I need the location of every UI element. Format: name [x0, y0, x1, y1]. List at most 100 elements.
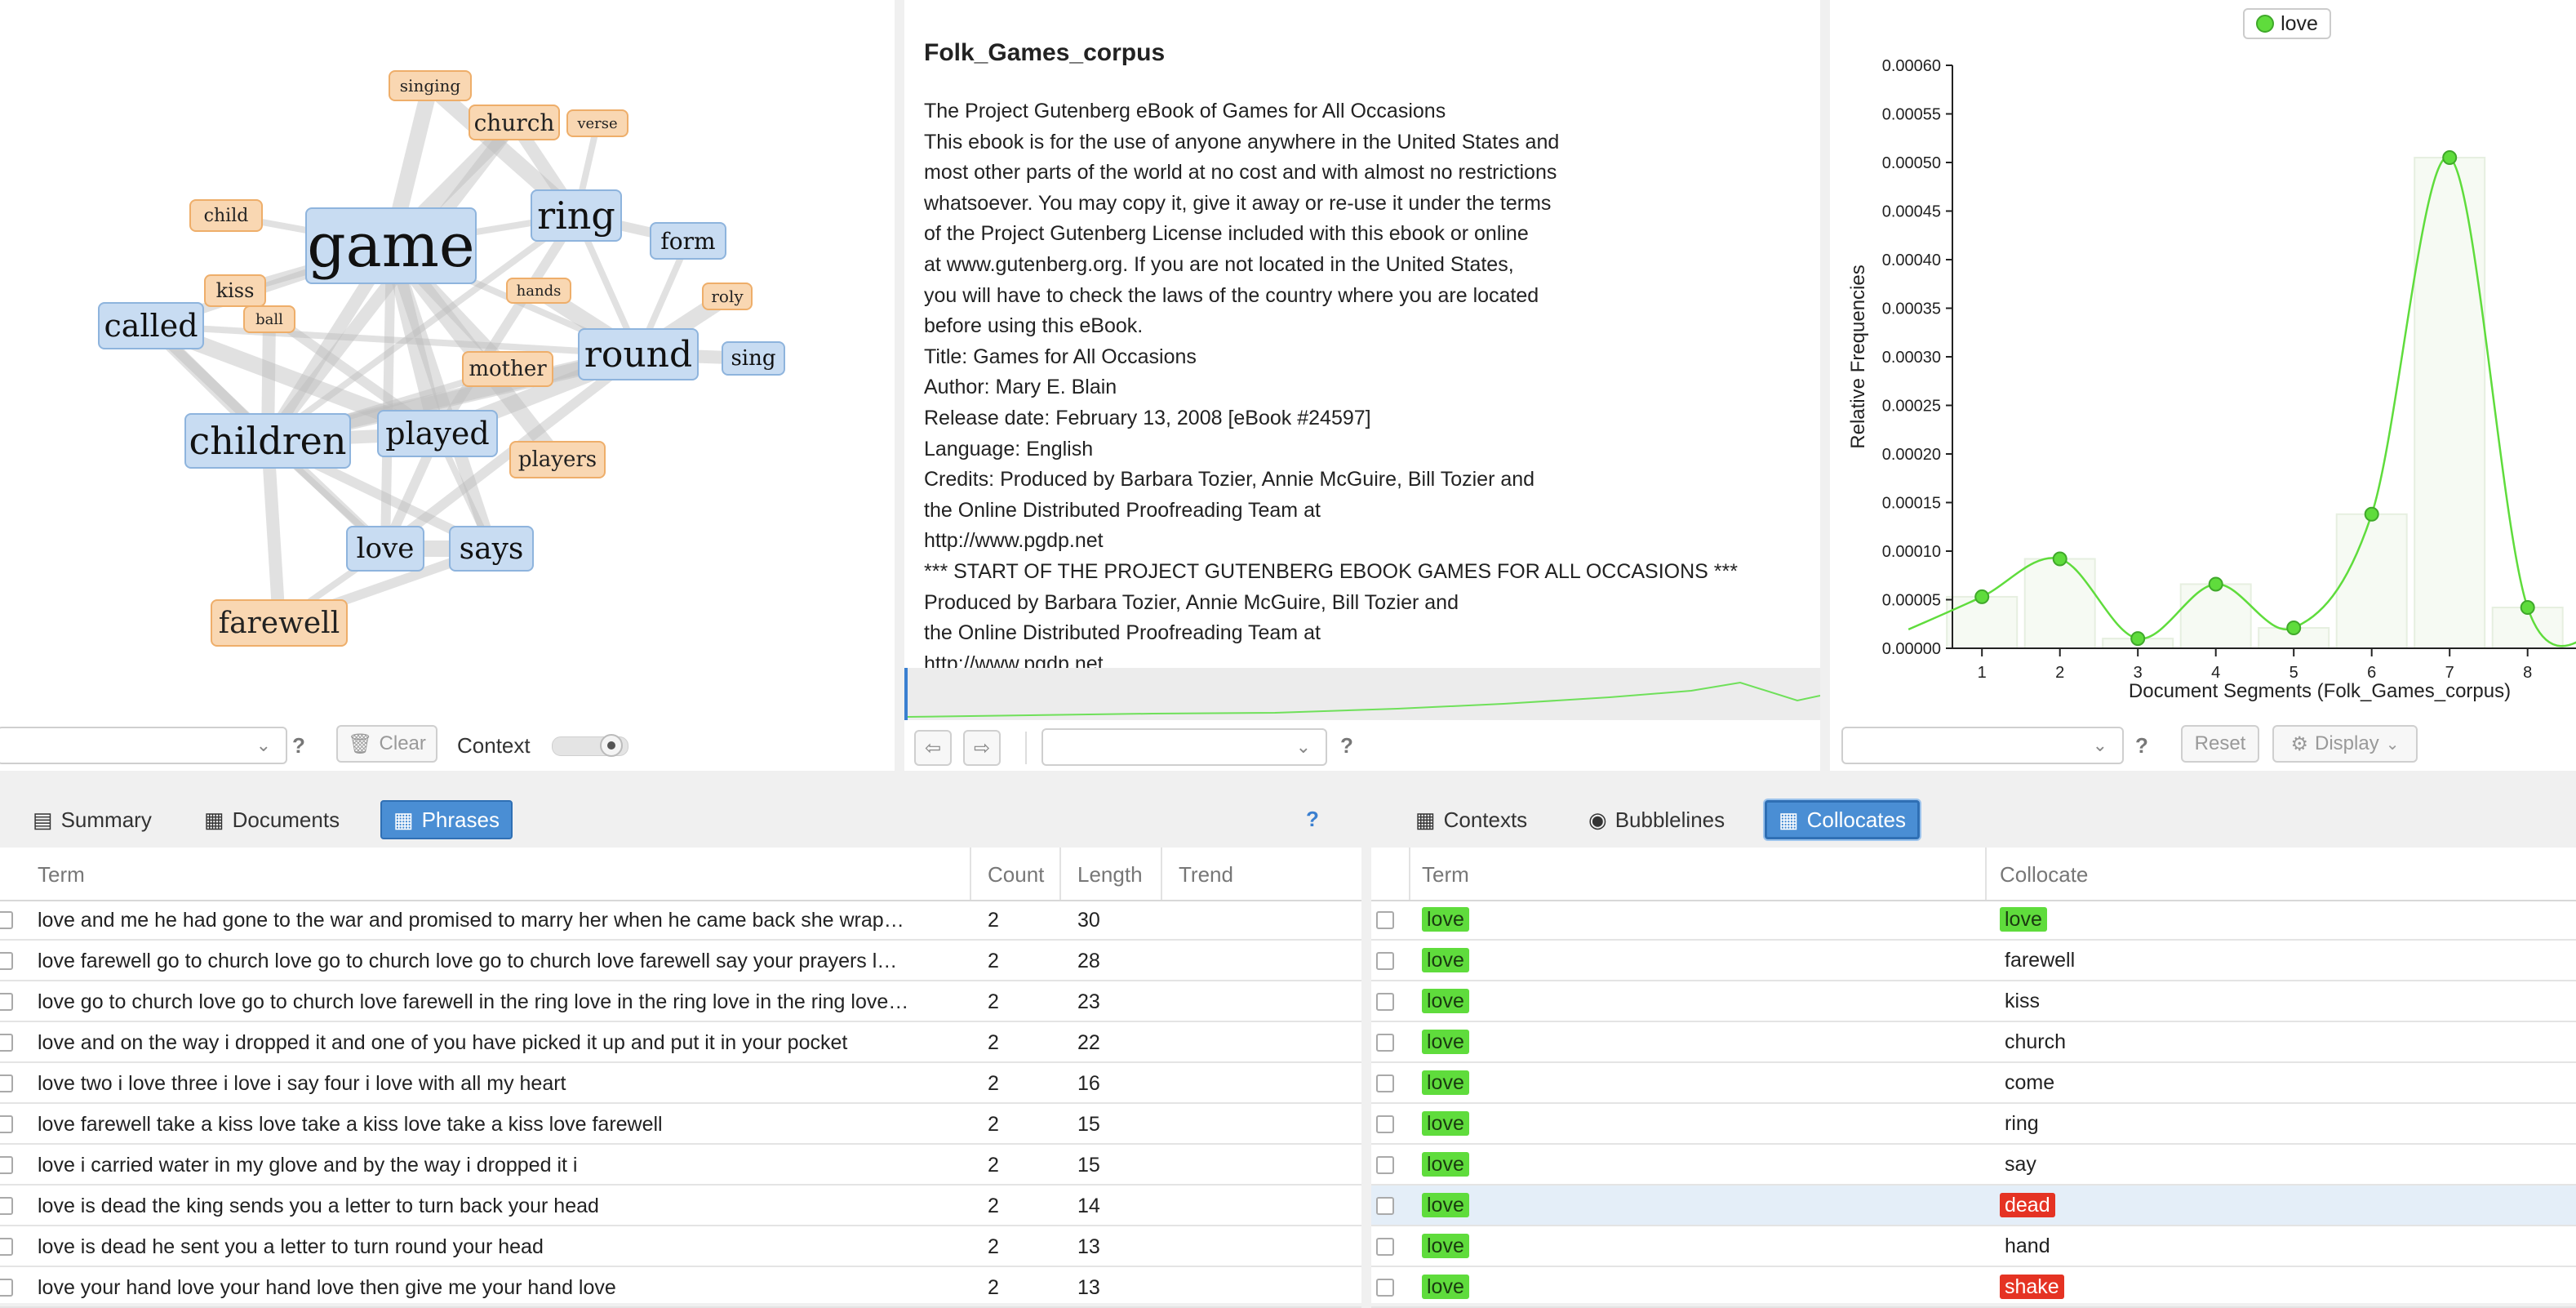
cirrus-term-ring[interactable]: ring	[531, 189, 622, 242]
table-row[interactable]: love kiss	[1371, 981, 2576, 1022]
y-tick-label: 0.00055	[1882, 106, 1941, 124]
slider-thumb[interactable]	[600, 734, 623, 757]
help-icon[interactable]: ?	[2135, 733, 2148, 759]
prev-button[interactable]: ⇦	[914, 730, 952, 766]
x-tick-label: 1	[1978, 664, 1987, 682]
table-row[interactable]: love love	[1371, 900, 2576, 941]
help-icon[interactable]: ?	[1306, 807, 1319, 832]
tab-contexts[interactable]: ▦ Contexts	[1404, 800, 1539, 839]
table-row[interactable]: love shake	[1371, 1267, 2576, 1308]
row-checkbox[interactable]	[0, 952, 13, 970]
table-row[interactable]: love dead	[1371, 1186, 2576, 1226]
row-checkbox[interactable]	[1376, 1238, 1394, 1256]
table-row[interactable]: love is dead the king sends you a letter…	[0, 1186, 1361, 1226]
row-checkbox[interactable]	[0, 1074, 13, 1092]
cirrus-term-child[interactable]: child	[189, 199, 263, 232]
table-row[interactable]: love your hand love your hand love then …	[0, 1267, 1361, 1308]
phrase-length: 15	[1077, 1154, 1100, 1177]
cirrus-term-says[interactable]: says	[449, 526, 534, 572]
cirrus-term-singing[interactable]: singing	[389, 70, 472, 101]
cirrus-term-hands[interactable]: hands	[506, 278, 571, 304]
row-checkbox[interactable]	[0, 911, 13, 929]
cirrus-term-mother[interactable]: mother	[462, 351, 553, 387]
table-row[interactable]: love go to church love go to church love…	[0, 981, 1361, 1022]
table-row[interactable]: love hand	[1371, 1226, 2576, 1267]
row-checkbox[interactable]	[0, 1115, 13, 1133]
table-row[interactable]: love and me he had gone to the war and p…	[0, 900, 1361, 941]
table-row[interactable]: love come	[1371, 1063, 2576, 1104]
cirrus-term-game[interactable]: game	[305, 207, 477, 284]
row-checkbox[interactable]	[1376, 1115, 1394, 1133]
row-checkbox[interactable]	[0, 993, 13, 1011]
cirrus-term-kiss[interactable]: kiss	[204, 274, 266, 307]
trends-search-combo[interactable]: ⌄	[1841, 727, 2124, 764]
cirrus-term-church[interactable]: church	[469, 105, 560, 140]
row-checkbox[interactable]	[1376, 1279, 1394, 1297]
cirrus-term-farewell[interactable]: farewell	[211, 599, 348, 647]
tab-bubblelines[interactable]: ◉ Bubblelines	[1577, 800, 1736, 839]
reset-button[interactable]: Reset	[2181, 725, 2259, 763]
phrase-length: 30	[1077, 909, 1100, 932]
row-checkbox[interactable]	[0, 1156, 13, 1174]
tab-documents[interactable]: ▦ Documents	[193, 800, 351, 839]
row-checkbox[interactable]	[1376, 952, 1394, 970]
table-row[interactable]: love two i love three i love i say four …	[0, 1063, 1361, 1104]
cirrus-term-love[interactable]: love	[346, 526, 424, 572]
col-count[interactable]: Count	[988, 862, 1044, 888]
row-checkbox[interactable]	[0, 1034, 13, 1052]
help-icon[interactable]: ?	[1340, 733, 1353, 759]
table-row[interactable]: love ring	[1371, 1104, 2576, 1145]
cirrus-term-roly[interactable]: roly	[702, 283, 753, 310]
collocate-term: love	[1422, 1111, 1469, 1141]
cirrus-term-verse[interactable]: verse	[566, 109, 628, 137]
table-row[interactable]: love farewell go to church love go to ch…	[0, 941, 1361, 981]
cirrus-term-form[interactable]: form	[650, 222, 726, 260]
row-checkbox[interactable]	[1376, 1034, 1394, 1052]
cirrus-term-played[interactable]: played	[377, 410, 498, 457]
help-icon[interactable]: ?	[292, 733, 305, 759]
chevron-down-icon[interactable]: ⌄	[2093, 735, 2107, 756]
col-length[interactable]: Length	[1077, 862, 1143, 888]
chevron-down-icon[interactable]: ⌄	[256, 735, 271, 756]
tab-summary[interactable]: ▤ Summary	[21, 800, 163, 839]
collocates-grid: Term Collocate love love love farewell love k…	[1371, 848, 2576, 1308]
cirrus-term-ball[interactable]: ball	[243, 305, 295, 333]
table-row[interactable]: love i carried water in my glove and by …	[0, 1145, 1361, 1186]
cirrus-term-called[interactable]: called	[98, 302, 204, 349]
arrow-right-icon: ⇨	[973, 736, 991, 759]
table-row[interactable]: love church	[1371, 1022, 2576, 1063]
row-checkbox[interactable]	[1376, 1156, 1394, 1174]
cirrus-term-sing[interactable]: sing	[722, 341, 785, 376]
reader-search-combo[interactable]: ⌄	[1042, 728, 1327, 766]
cirrus-term-children[interactable]: children	[184, 413, 351, 469]
table-row[interactable]: love and on the way i dropped it and one…	[0, 1022, 1361, 1063]
context-slider[interactable]	[552, 734, 628, 757]
chevron-down-icon[interactable]: ⌄	[1296, 736, 1311, 758]
tab-phrases[interactable]: ▦ Phrases	[380, 800, 513, 839]
clear-button[interactable]: 🗑 Clear	[336, 725, 437, 763]
next-button[interactable]: ⇨	[963, 730, 1001, 766]
col-term[interactable]: Term	[38, 862, 85, 888]
row-checkbox[interactable]	[0, 1238, 13, 1256]
table-row[interactable]: love farewell	[1371, 941, 2576, 981]
row-checkbox[interactable]	[1376, 1074, 1394, 1092]
col-term[interactable]: Term	[1422, 862, 1469, 888]
col-trend[interactable]: Trend	[1179, 862, 1233, 888]
table-row[interactable]: love is dead he sent you a letter to tur…	[0, 1226, 1361, 1267]
row-checkbox[interactable]	[1376, 993, 1394, 1011]
tab-collocates[interactable]: ▦ Collocates	[1765, 800, 1920, 839]
cirrus-term-round[interactable]: round	[578, 328, 699, 380]
row-checkbox[interactable]	[1376, 911, 1394, 929]
row-checkbox[interactable]	[0, 1279, 13, 1297]
row-checkbox[interactable]	[1376, 1197, 1394, 1215]
term-search-combo[interactable]: ⌄	[0, 727, 287, 764]
table-row[interactable]: love farewell take a kiss love take a ki…	[0, 1104, 1361, 1145]
reader-sparkline[interactable]	[904, 668, 1820, 720]
cirrus-term-players[interactable]: players	[509, 441, 606, 478]
term-highlight: love	[1422, 989, 1469, 1013]
display-button[interactable]: ⚙ Display ⌄	[2272, 725, 2418, 763]
table-row[interactable]: love say	[1371, 1145, 2576, 1186]
row-checkbox[interactable]	[0, 1197, 13, 1215]
summary-icon: ▤	[33, 807, 53, 832]
col-collocate[interactable]: Collocate	[2000, 862, 2088, 888]
